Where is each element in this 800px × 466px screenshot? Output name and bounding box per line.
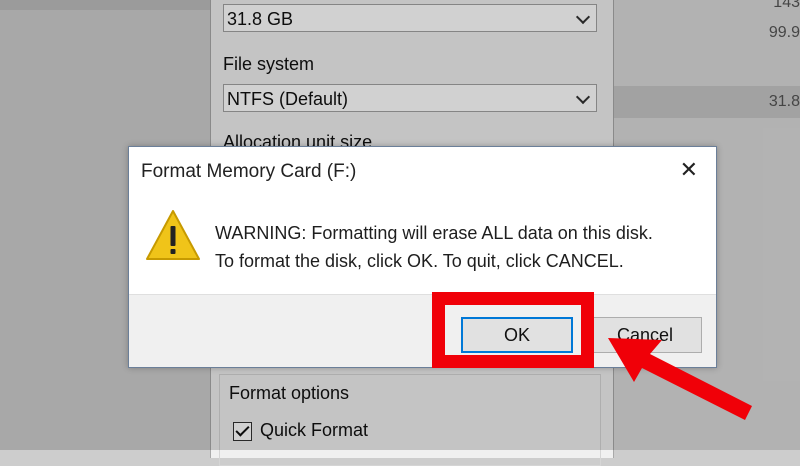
ok-highlight-annotation	[432, 292, 594, 368]
warning-message-line-2: To format the disk, click OK. To quit, c…	[215, 251, 624, 271]
warning-icon	[146, 210, 200, 260]
warning-message-line-1: WARNING: Formatting will erase ALL data …	[215, 223, 653, 243]
dialog-title: Format Memory Card (F:)	[141, 161, 357, 182]
red-arrow-annotation	[608, 338, 752, 420]
close-icon[interactable]: ✕	[680, 157, 698, 183]
